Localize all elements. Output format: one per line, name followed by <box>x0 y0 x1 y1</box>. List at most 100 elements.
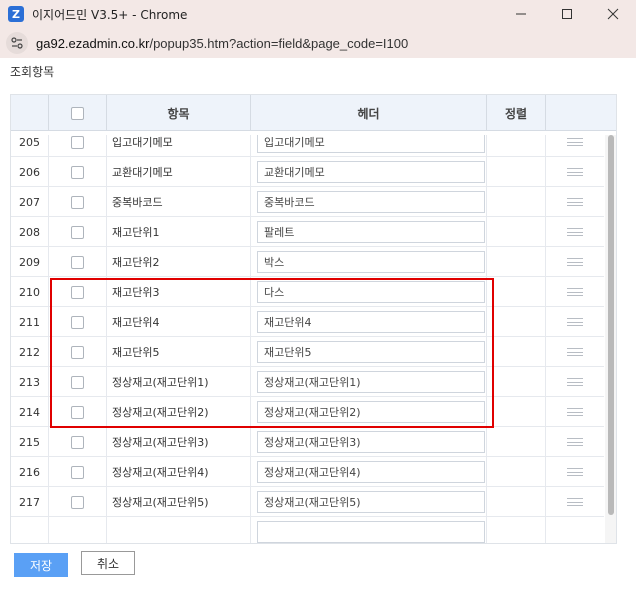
url-host: ga92.ezadmin.co.kr <box>36 35 150 51</box>
row-checkbox[interactable] <box>71 495 84 509</box>
header-input[interactable]: 팔레트 <box>257 221 485 243</box>
header-input[interactable]: 정상재고(재고단위5) <box>257 491 485 513</box>
row-header-cell: 정상재고(재고단위1) <box>251 367 487 397</box>
drag-handle-icon[interactable] <box>567 498 583 506</box>
drag-handle-icon[interactable] <box>567 438 583 446</box>
drag-handle-icon[interactable] <box>567 468 583 476</box>
drag-handle-icon[interactable] <box>567 408 583 416</box>
row-header-cell: 박스 <box>251 247 487 277</box>
row-item: 입고대기메모 <box>107 135 251 157</box>
row-checkbox-cell <box>49 307 107 337</box>
header-input[interactable]: 박스 <box>257 251 485 273</box>
row-item: 정상재고(재고단위3) <box>107 427 251 457</box>
row-checkbox-cell <box>49 487 107 517</box>
row-sort <box>487 337 546 367</box>
row-item: 재고단위1 <box>107 217 251 247</box>
row-checkbox-cell <box>49 277 107 307</box>
row-number: 211 <box>11 307 49 337</box>
drag-handle-icon[interactable] <box>567 318 583 326</box>
close-icon[interactable] <box>590 0 636 28</box>
row-checkbox-cell <box>49 157 107 187</box>
select-all-checkbox[interactable] <box>71 106 84 120</box>
row-header-cell: 재고단위4 <box>251 307 487 337</box>
header-input[interactable]: 정상재고(재고단위1) <box>257 371 485 393</box>
drag-handle-icon[interactable] <box>567 198 583 206</box>
row-checkbox-cell <box>49 217 107 247</box>
row-sort <box>487 457 546 487</box>
table-row: 214 정상재고(재고단위2) 정상재고(재고단위2) <box>11 397 604 427</box>
row-checkbox-cell <box>49 247 107 277</box>
row-item: 정상재고(재고단위2) <box>107 397 251 427</box>
row-header-cell: 재고단위5 <box>251 337 487 367</box>
row-header-cell: 팔레트 <box>251 217 487 247</box>
row-item: 정상재고(재고단위4) <box>107 457 251 487</box>
drag-handle-icon[interactable] <box>567 288 583 296</box>
row-drag-cell <box>546 487 604 517</box>
drag-handle-icon[interactable] <box>567 228 583 236</box>
header-input[interactable]: 정상재고(재고단위2) <box>257 401 485 423</box>
row-checkbox[interactable] <box>71 225 84 239</box>
row-checkbox[interactable] <box>71 345 84 359</box>
header-input[interactable]: 정상재고(재고단위3) <box>257 431 485 453</box>
grid-body: 205 입고대기메모 입고대기메모 206 교환대기메모 교환대기메모 207 중복바코드 중복… <box>11 135 604 543</box>
url-path: /popup35.htm?action=field&page_code=I100 <box>149 35 409 51</box>
row-number: 205 <box>11 135 49 157</box>
row-header-cell: 정상재고(재고단위3) <box>251 427 487 457</box>
site-info-icon[interactable] <box>6 32 28 54</box>
header-input[interactable]: 중복바코드 <box>257 191 485 213</box>
drag-handle-icon[interactable] <box>567 258 583 266</box>
window-controls <box>498 0 636 28</box>
row-sort <box>487 367 546 397</box>
drag-handle-icon[interactable] <box>567 138 583 146</box>
row-checkbox[interactable] <box>71 195 84 209</box>
row-drag-cell <box>546 427 604 457</box>
row-checkbox[interactable] <box>71 375 84 389</box>
grid-scrollbar[interactable] <box>605 135 616 543</box>
scrollbar-thumb[interactable] <box>608 135 614 515</box>
row-sort <box>487 277 546 307</box>
url-text[interactable]: ga92.ezadmin.co.kr/popup35.htm?action=fi… <box>36 36 408 51</box>
cancel-button[interactable]: 취소 <box>81 551 135 575</box>
header-input[interactable]: 다스 <box>257 281 485 303</box>
row-checkbox[interactable] <box>71 135 84 149</box>
header-input[interactable]: 입고대기메모 <box>257 135 485 153</box>
drag-handle-icon[interactable] <box>567 348 583 356</box>
table-row: 211 재고단위4 재고단위4 <box>11 307 604 337</box>
row-sort <box>487 217 546 247</box>
row-drag-cell <box>546 247 604 277</box>
table-row: 205 입고대기메모 입고대기메모 <box>11 135 604 157</box>
row-header-cell: 정상재고(재고단위2) <box>251 397 487 427</box>
row-header-cell: 정상재고(재고단위4) <box>251 457 487 487</box>
row-drag-cell <box>546 135 604 157</box>
row-checkbox[interactable] <box>71 165 84 179</box>
row-checkbox-cell <box>49 457 107 487</box>
row-drag-cell <box>546 337 604 367</box>
row-sort <box>487 157 546 187</box>
row-header-cell: 다스 <box>251 277 487 307</box>
header-input[interactable]: 재고단위4 <box>257 311 485 333</box>
table-row: 210 재고단위3 다스 <box>11 277 604 307</box>
row-checkbox[interactable] <box>71 435 84 449</box>
header-input[interactable]: 정상재고(재고단위4) <box>257 461 485 483</box>
table-row: 212 재고단위5 재고단위5 <box>11 337 604 367</box>
header-input[interactable] <box>257 521 485 543</box>
drag-handle-icon[interactable] <box>567 378 583 386</box>
header-input[interactable]: 교환대기메모 <box>257 161 485 183</box>
table-row: 208 재고단위1 팔레트 <box>11 217 604 247</box>
row-checkbox[interactable] <box>71 405 84 419</box>
table-row: 206 교환대기메모 교환대기메모 <box>11 157 604 187</box>
drag-handle-icon[interactable] <box>567 168 583 176</box>
row-checkbox[interactable] <box>71 315 84 329</box>
row-checkbox[interactable] <box>71 285 84 299</box>
header-input[interactable]: 재고단위5 <box>257 341 485 363</box>
maximize-icon[interactable] <box>544 0 590 28</box>
save-button[interactable]: 저장 <box>14 553 68 577</box>
row-header-cell <box>251 517 487 543</box>
row-drag-cell <box>546 397 604 427</box>
minimize-icon[interactable] <box>498 0 544 28</box>
window-titlebar: Z 이지어드민 V3.5+ - Chrome <box>0 0 636 28</box>
header-drag <box>546 95 616 131</box>
row-checkbox[interactable] <box>71 255 84 269</box>
row-checkbox[interactable] <box>71 465 84 479</box>
row-number <box>11 517 49 543</box>
